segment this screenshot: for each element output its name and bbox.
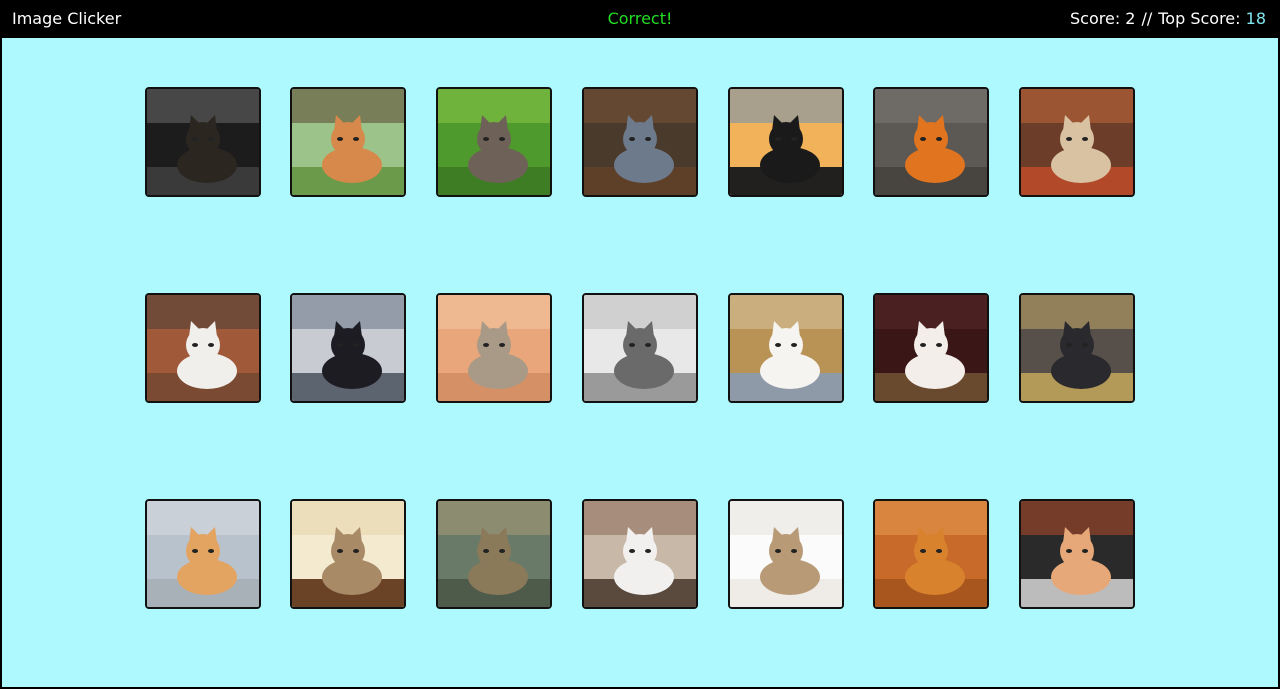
tile-sunset-jumper[interactable] [728,87,844,197]
cat-photo-image [730,89,842,195]
cat-photo-image [438,501,550,607]
tile-orange-cat-eye[interactable] [873,499,989,609]
top-score-label: Top Score: [1158,9,1241,28]
tile-yawning-cat[interactable] [582,499,698,609]
cat-photo-image [584,89,696,195]
tile-bw-cat-face[interactable] [582,293,698,403]
cat-photo-image [1021,89,1133,195]
tile-white-kitten-dark[interactable] [873,293,989,403]
tile-kitten-in-grass[interactable] [436,87,552,197]
top-score-value: 18 [1245,9,1266,28]
tile-kittens-in-basket[interactable] [582,87,698,197]
tile-kitten-on-rock[interactable] [873,87,989,197]
score-label: Score: 2 [1070,9,1136,28]
navbar: Image Clicker Correct! Score: 2//Top Sco… [0,0,1280,38]
score-separator: // [1141,9,1153,28]
cat-photo-image [875,89,987,195]
tile-kitten-in-tree[interactable] [290,87,406,197]
cat-photo-image [584,295,696,401]
cat-photo-image [584,501,696,607]
tile-sleeping-orange-kitten[interactable] [1019,499,1135,609]
cat-photo-image [1021,501,1133,607]
tile-orange-kitten[interactable] [145,499,261,609]
cat-photo-image [1021,295,1133,401]
cat-photo-image [730,295,842,401]
tile-white-kitten-lying[interactable] [728,293,844,403]
cat-photo-image [292,295,404,401]
tile-tabby-white-cat[interactable] [145,293,261,403]
tile-kitten-with-flower[interactable] [290,293,406,403]
tile-cat-peeking-tree[interactable] [145,87,261,197]
tile-cat-with-glasses[interactable] [436,499,552,609]
tile-kitten-looking-up[interactable] [290,499,406,609]
cat-photo-image [292,89,404,195]
tile-scottish-fold-sitting[interactable] [436,293,552,403]
cat-photo-image [875,501,987,607]
cat-photo-image [147,501,259,607]
cat-photo-image [730,501,842,607]
cat-photo-image [147,89,259,195]
cat-photo-image [438,295,550,401]
tile-tabby-on-white[interactable] [728,499,844,609]
cat-photo-image [147,295,259,401]
cat-photo-image [438,89,550,195]
score-display: Score: 2 // Top Score: 18 [1070,9,1266,28]
tile-kittens-in-straw[interactable] [1019,293,1135,403]
tile-cat-in-pot[interactable] [1019,87,1135,197]
image-board [2,38,1278,687]
cat-photo-image [292,501,404,607]
cat-photo-image [875,295,987,401]
